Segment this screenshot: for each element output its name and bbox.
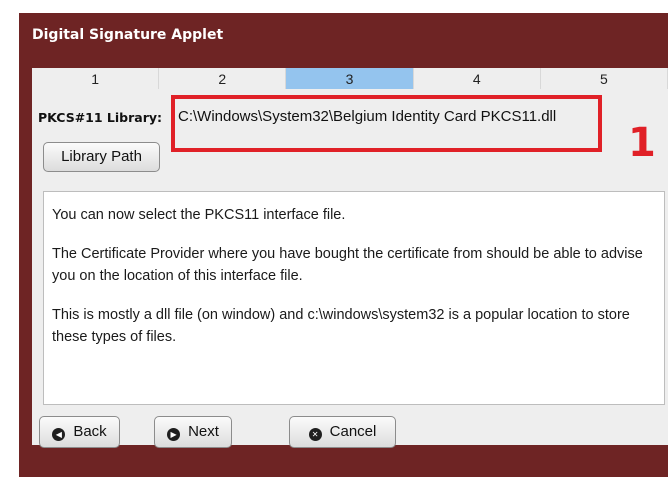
content-panel: 1 2 3 4 5 PKCS#11 Library: C:\Windows\Sy… <box>32 68 668 448</box>
applet-window: Digital Signature Applet 1 2 3 4 5 PKCS#… <box>19 13 668 477</box>
next-button-label: Next <box>188 423 219 440</box>
next-button[interactable]: ▶ Next <box>154 416 232 448</box>
step-1: 1 <box>32 68 160 89</box>
info-paragraph-3: This is mostly a dll file (on window) an… <box>52 307 630 345</box>
window-title: Digital Signature Applet <box>32 27 224 43</box>
library-path-button-label: Library Path <box>61 148 142 165</box>
arrow-left-icon: ◀ <box>52 428 66 441</box>
close-icon: ✕ <box>308 428 322 441</box>
back-button[interactable]: ◀ Back <box>39 416 120 448</box>
cancel-button[interactable]: ✕ Cancel <box>289 416 396 448</box>
cancel-button-label: Cancel <box>329 423 377 440</box>
pkcs-library-label: PKCS#11 Library: <box>38 110 163 125</box>
step-4: 4 <box>414 68 541 89</box>
step-indicator: 1 2 3 4 5 <box>32 68 668 89</box>
info-paragraph-2: The Certificate Provider where you have … <box>52 246 643 284</box>
back-button-label: Back <box>73 423 107 440</box>
annotation-highlight-box <box>171 95 602 152</box>
step-2: 2 <box>159 68 287 89</box>
info-text-area[interactable]: You can now select the PKCS11 interface … <box>43 191 665 405</box>
step-3-active: 3 <box>286 68 414 89</box>
title-bar: Digital Signature Applet <box>19 13 668 65</box>
info-paragraph-1: You can now select the PKCS11 interface … <box>52 207 346 223</box>
step-5: 5 <box>541 68 668 89</box>
annotation-number: 1 <box>628 120 656 166</box>
arrow-right-icon: ▶ <box>167 428 181 441</box>
library-path-button[interactable]: Library Path <box>43 142 160 172</box>
